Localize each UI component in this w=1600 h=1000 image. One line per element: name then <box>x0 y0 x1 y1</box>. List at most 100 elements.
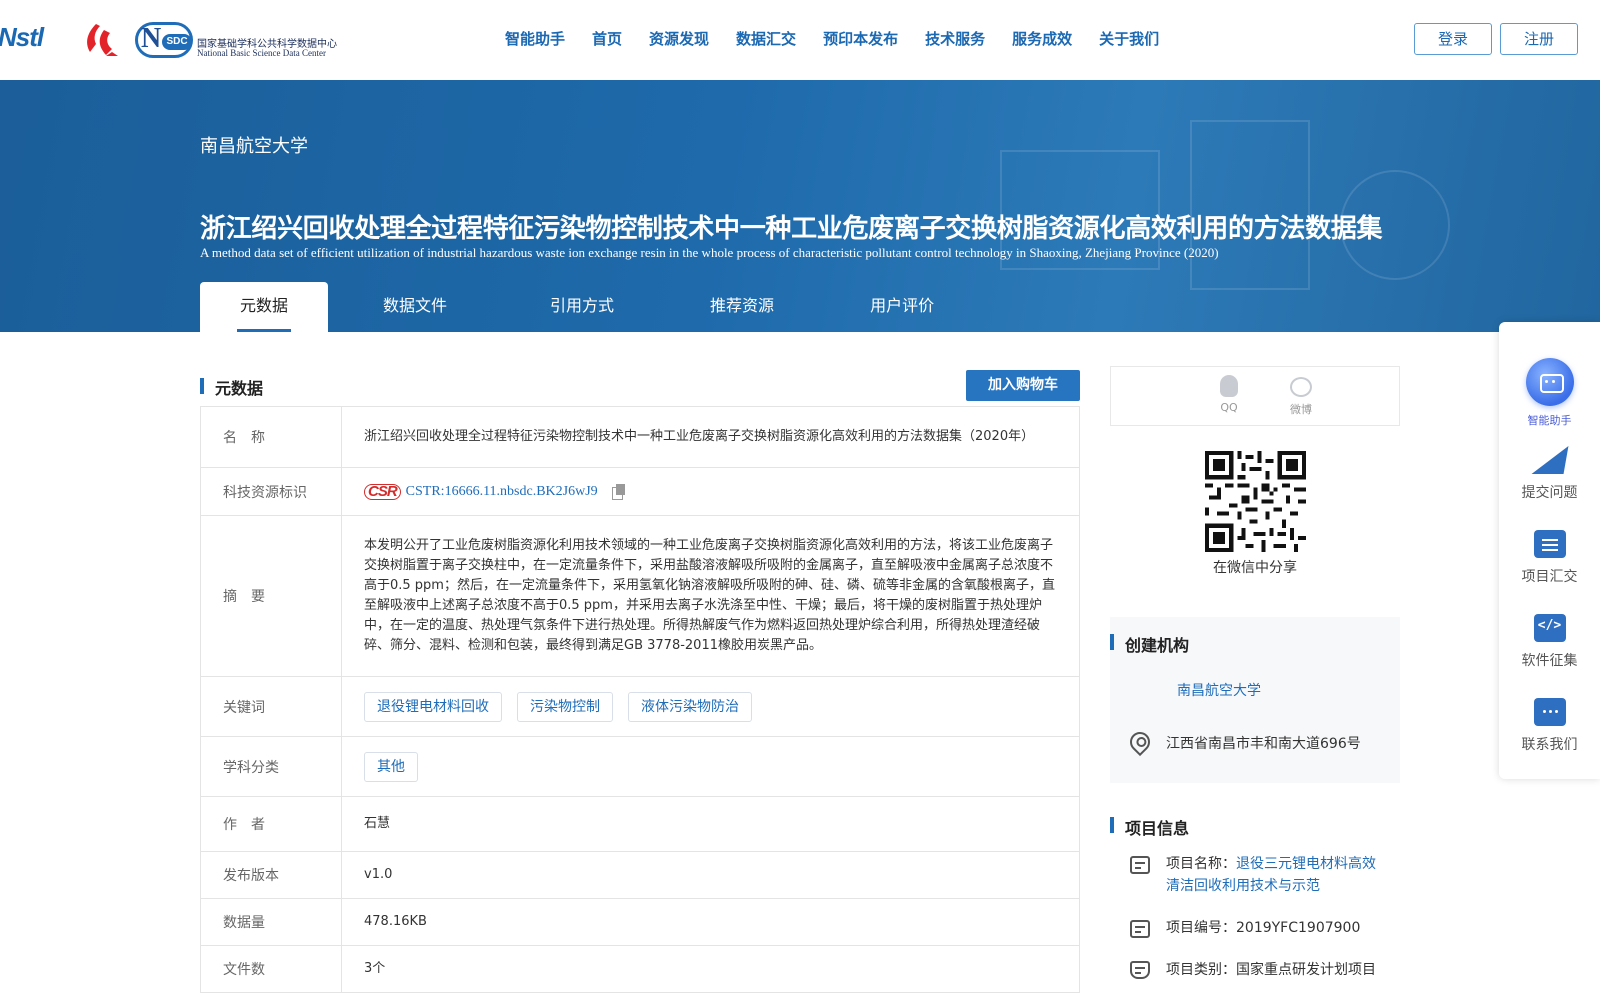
nav-item-home[interactable]: 首页 <box>592 28 622 49</box>
project-type: 项目类别：国家重点研发计划项目 <box>1166 959 1386 981</box>
project-number: 项目编号：2019YFC1907900 <box>1166 917 1386 939</box>
project-type-label: 项目类别： <box>1166 962 1236 978</box>
nstl-logo[interactable]: Nstl <box>0 22 44 53</box>
table-row: 关键词 退役锂电材料回收 污染物控制 液体污染物防治 <box>201 677 1079 737</box>
share-weibo-button[interactable]: 微博 <box>1281 375 1321 417</box>
size-value: 478.16KB <box>364 914 427 929</box>
row-label-subject: 学科分类 <box>201 737 342 796</box>
wechat-qr-code <box>1205 451 1306 552</box>
tab-user-reviews[interactable]: 用户评价 <box>822 282 982 332</box>
project-submission-button[interactable]: 项目汇交 <box>1499 530 1600 586</box>
weibo-icon <box>1290 377 1312 397</box>
contact-us-button[interactable]: 联系我们 <box>1499 698 1600 754</box>
version-value: v1.0 <box>364 867 393 882</box>
author-value: 石慧 <box>364 816 391 831</box>
org-address: 江西省南昌市丰和南大道696号 <box>1166 736 1361 752</box>
card-title: 创建机构 <box>1125 636 1190 655</box>
keyword-tag[interactable]: 污染物控制 <box>517 691 613 722</box>
nav-item-tech-services[interactable]: 技术服务 <box>925 28 985 49</box>
submit-question-label: 提交问题 <box>1521 485 1578 501</box>
section-accent-bar <box>200 378 204 394</box>
paper-plane-icon <box>1531 446 1568 474</box>
row-label-author: 作 者 <box>201 797 342 851</box>
files-value: 3个 <box>364 961 386 976</box>
institution-name[interactable]: 南昌航空大学 <box>200 132 308 158</box>
row-label-abstract: 摘 要 <box>201 516 342 676</box>
project-number-label: 项目编号： <box>1166 920 1236 936</box>
cstr-logo-icon: CSR <box>364 483 401 500</box>
section-title: 元数据 <box>215 379 264 398</box>
nav-item-discovery[interactable]: 资源发现 <box>649 28 709 49</box>
nav-item-service-results[interactable]: 服务成效 <box>1012 28 1072 49</box>
nsdc-logo[interactable]: N SDC 国家基础学科公共科学数据中心 National Basic Scie… <box>135 20 350 62</box>
folder-list-icon <box>1533 530 1566 558</box>
table-row: 名 称 浙江绍兴回收处理全过程特征污染物控制技术中一种工业危废离子交换树脂资源化… <box>201 407 1079 468</box>
row-label-keywords: 关键词 <box>201 677 342 736</box>
org-name-link[interactable]: 南昌航空大学 <box>1177 680 1261 700</box>
share-qq-button[interactable]: QQ <box>1209 375 1249 414</box>
table-row: 数据量 478.16KB <box>201 899 1079 946</box>
table-row: 科技资源标识 CSR CSTR:16666.11.nbsdc.BK2J6wJ9 <box>201 468 1079 516</box>
software-collection-button[interactable]: </> 软件征集 <box>1499 614 1600 670</box>
tab-metadata[interactable]: 元数据 <box>200 282 329 332</box>
nav-item-preprint[interactable]: 预印本发布 <box>823 28 898 49</box>
project-name: 项目名称：退役三元锂电材料高效清洁回收利用技术与示范 <box>1166 853 1386 897</box>
nsdc-logo-en: National Basic Science Data Center <box>197 48 326 58</box>
keyword-tag[interactable]: 液体污染物防治 <box>628 691 752 722</box>
nsdc-logo-letter: N <box>141 23 162 54</box>
tab-citation[interactable]: 引用方式 <box>502 282 662 332</box>
copy-icon[interactable] <box>611 484 625 500</box>
cstr-link[interactable]: CSTR:16666.11.nbsdc.BK2J6wJ9 <box>406 482 598 502</box>
share-weibo-label: 微博 <box>1290 403 1312 416</box>
share-box: QQ 微博 <box>1110 366 1400 426</box>
table-row: 作 者 石慧 <box>201 797 1079 852</box>
project-name-label: 项目名称： <box>1166 856 1236 872</box>
keywords-value: 退役锂电材料回收 污染物控制 液体污染物防治 <box>342 677 1079 736</box>
nav-item-submission[interactable]: 数据汇交 <box>736 28 796 49</box>
subject-value: 其他 <box>342 737 1079 796</box>
code-icon: </> <box>1533 614 1566 642</box>
metadata-section-header: 元数据 加入购物车 <box>200 370 1080 402</box>
tab-recommended[interactable]: 推荐资源 <box>662 282 822 332</box>
keyword-tag[interactable]: 退役锂电材料回收 <box>364 691 502 722</box>
card-accent-bar <box>1110 634 1114 650</box>
main-nav: 智能助手 首页 资源发现 数据汇交 预印本发布 技术服务 服务成效 关于我们 <box>505 28 1186 49</box>
table-row: 发布版本 v1.0 <box>201 852 1079 899</box>
nav-item-assistant[interactable]: 智能助手 <box>505 28 565 49</box>
dataset-banner: 南昌航空大学 浙江绍兴回收处理全过程特征污染物控制技术中一种工业危废离子交换树脂… <box>0 80 1600 332</box>
table-row: 学科分类 其他 <box>201 737 1079 797</box>
submit-question-button[interactable]: 提交问题 <box>1499 446 1600 502</box>
cstr-value: CSR CSTR:16666.11.nbsdc.BK2J6wJ9 <box>342 468 1079 515</box>
tab-data-files[interactable]: 数据文件 <box>328 282 502 332</box>
add-to-cart-button[interactable]: 加入购物车 <box>966 370 1080 401</box>
nsdc-logo-badge: SDC <box>162 34 192 50</box>
table-row: 文件数 3个 <box>201 946 1079 993</box>
dataset-title: 浙江绍兴回收处理全过程特征污染物控制技术中一种工业危废离子交换树脂资源化高效利用… <box>200 214 1383 244</box>
register-button[interactable]: 注册 <box>1500 23 1578 55</box>
share-qq-label: QQ <box>1220 401 1238 414</box>
dataset-title-english: A method data set of efficient utilizati… <box>200 245 1219 260</box>
location-pin-icon <box>1125 727 1155 757</box>
contact-us-label: 联系我们 <box>1521 737 1578 753</box>
assistant-button[interactable]: 智能助手 <box>1499 358 1600 428</box>
subject-tag[interactable]: 其他 <box>364 751 418 782</box>
abstract-value: 本发明公开了工业危废树脂资源化利用技术领域的一种工业危废离子交换树脂资源化高效利… <box>364 538 1055 653</box>
row-label-name: 名 称 <box>201 407 342 467</box>
project-number-icon <box>1130 920 1150 938</box>
project-info-card: 项目信息 项目名称：退役三元锂电材料高效清洁回收利用技术与示范 项目编号：201… <box>1110 800 1400 1000</box>
institution-logo-icon[interactable] <box>82 22 120 58</box>
login-button[interactable]: 登录 <box>1414 23 1492 55</box>
software-collection-label: 软件征集 <box>1521 653 1578 669</box>
assistant-label: 智能助手 <box>1527 414 1572 427</box>
dataset-name-value: 浙江绍兴回收处理全过程特征污染物控制技术中一种工业危废离子交换树脂资源化高效利用… <box>364 429 1035 444</box>
card-title: 项目信息 <box>1125 819 1190 838</box>
floating-side-panel: 智能助手 提交问题 项目汇交 </> 软件征集 联系我们 <box>1499 322 1600 779</box>
project-submission-label: 项目汇交 <box>1521 569 1578 585</box>
qr-caption: 在微信中分享 <box>1213 560 1297 576</box>
row-label-cstr: 科技资源标识 <box>201 468 342 515</box>
metadata-table: 名 称 浙江绍兴回收处理全过程特征污染物控制技术中一种工业危废离子交换树脂资源化… <box>200 406 1080 993</box>
qq-icon <box>1220 375 1238 397</box>
nav-item-about[interactable]: 关于我们 <box>1099 28 1159 49</box>
row-label-version: 发布版本 <box>201 852 342 898</box>
chat-bubble-icon <box>1533 698 1566 726</box>
